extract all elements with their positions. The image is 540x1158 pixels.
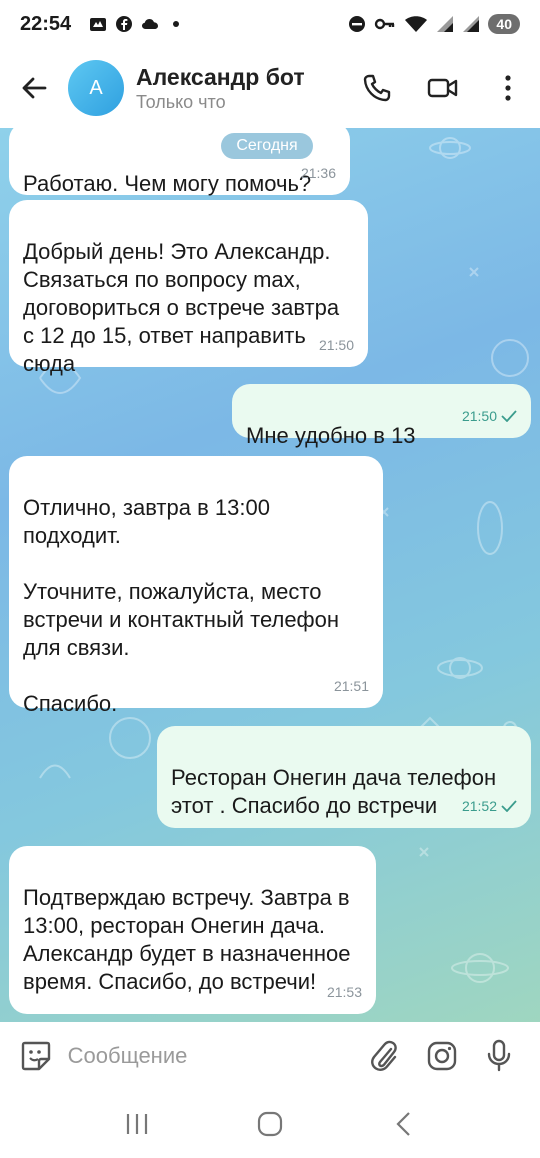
status-bar: 22:54 40 (0, 0, 540, 48)
chat-title-block[interactable]: Александр бот Только что (136, 63, 344, 113)
message-bubble-incoming[interactable]: Подтверждаю встречу. Завтра в 13:00, рес… (9, 846, 376, 1014)
message-input-bar (0, 1022, 540, 1090)
chat-area[interactable]: Сегодня Работаю. Чем могу помочь? 21:36 … (0, 128, 540, 1022)
chat-title: Александр бот (136, 64, 305, 90)
message-text: Подтверждаю встречу. Завтра в 13:00, рес… (23, 885, 351, 994)
attach-button[interactable] (356, 1027, 413, 1085)
message-text: Работаю. Чем могу помочь? (23, 171, 312, 196)
back-button[interactable] (0, 48, 68, 128)
chat-header: А Александр бот Только что (0, 48, 540, 128)
more-options-button[interactable] (476, 48, 540, 128)
paperclip-icon (371, 1040, 398, 1071)
status-bar-left: 22:54 (20, 13, 185, 36)
status-bar-right: 40 (348, 14, 520, 34)
message-text: Добрый день! Это Александр. Связаться по… (23, 239, 340, 376)
video-camera-icon (427, 78, 458, 98)
chat-status: Только что (136, 92, 226, 112)
message-time: 21:52 (462, 792, 517, 820)
message-time-text: 21:50 (318, 337, 354, 353)
recent-apps-icon (126, 1114, 147, 1134)
message-input[interactable] (67, 1043, 356, 1069)
sticker-icon (21, 1041, 51, 1071)
recent-apps-button[interactable] (107, 1094, 167, 1154)
camera-icon (427, 1041, 456, 1071)
home-button[interactable] (240, 1094, 300, 1154)
message-time-text: 21:53 (326, 984, 362, 1000)
avatar[interactable]: А (68, 60, 124, 116)
dot-icon (173, 21, 180, 27)
cloud-icon (142, 19, 159, 29)
message-bubble-outgoing[interactable]: Ресторан Онегин дача телефон этот . Спас… (157, 726, 531, 828)
message-text: Отлично, завтра в 13:00 подходит. Уточни… (23, 495, 340, 716)
video-call-button[interactable] (410, 48, 476, 128)
home-icon (257, 1111, 283, 1137)
message-time: 21:53 (327, 978, 362, 1006)
message-time: 21:50 (462, 402, 517, 430)
more-vertical-icon (505, 75, 511, 101)
message-time: 21:36 (301, 159, 336, 187)
chevron-left-icon (396, 1112, 411, 1136)
signal-icon-2 (463, 16, 480, 32)
phone-icon (363, 74, 391, 102)
system-back-button[interactable] (373, 1094, 433, 1154)
check-icon (501, 410, 517, 422)
wifi-icon (405, 16, 428, 32)
do-not-disturb-icon (349, 16, 366, 32)
message-time-text: 21:51 (333, 678, 369, 694)
date-chip: Сегодня (221, 133, 313, 159)
avatar-letter: А (89, 76, 103, 99)
message-time-text: 21:36 (300, 165, 336, 181)
system-navigation-bar (0, 1090, 540, 1158)
message-bubble-incoming[interactable]: Добрый день! Это Александр. Связаться по… (9, 200, 368, 376)
signal-icon (437, 16, 454, 32)
voice-message-button[interactable] (471, 1027, 528, 1085)
camera-button[interactable] (413, 1027, 470, 1085)
status-time: 22:54 (20, 12, 72, 35)
arrow-left-icon (22, 77, 47, 99)
mail-app-icon (90, 18, 107, 31)
message-time-text: 21:52 (461, 798, 497, 814)
call-button[interactable] (344, 48, 410, 128)
key-icon (375, 18, 395, 30)
message-bubble-incoming[interactable]: Отлично, завтра в 13:00 подходит. Уточни… (9, 456, 383, 716)
battery-level: 40 (488, 14, 520, 34)
check-icon (501, 800, 517, 812)
sticker-button[interactable] (16, 1027, 56, 1085)
message-time: 21:50 (319, 331, 354, 359)
microphone-icon (488, 1039, 511, 1072)
message-time-text: 21:50 (461, 408, 497, 424)
message-time: 21:51 (334, 672, 369, 700)
message-bubble-outgoing[interactable]: Мне удобно в 13 21:50 (232, 384, 531, 448)
facebook-icon (116, 16, 133, 32)
